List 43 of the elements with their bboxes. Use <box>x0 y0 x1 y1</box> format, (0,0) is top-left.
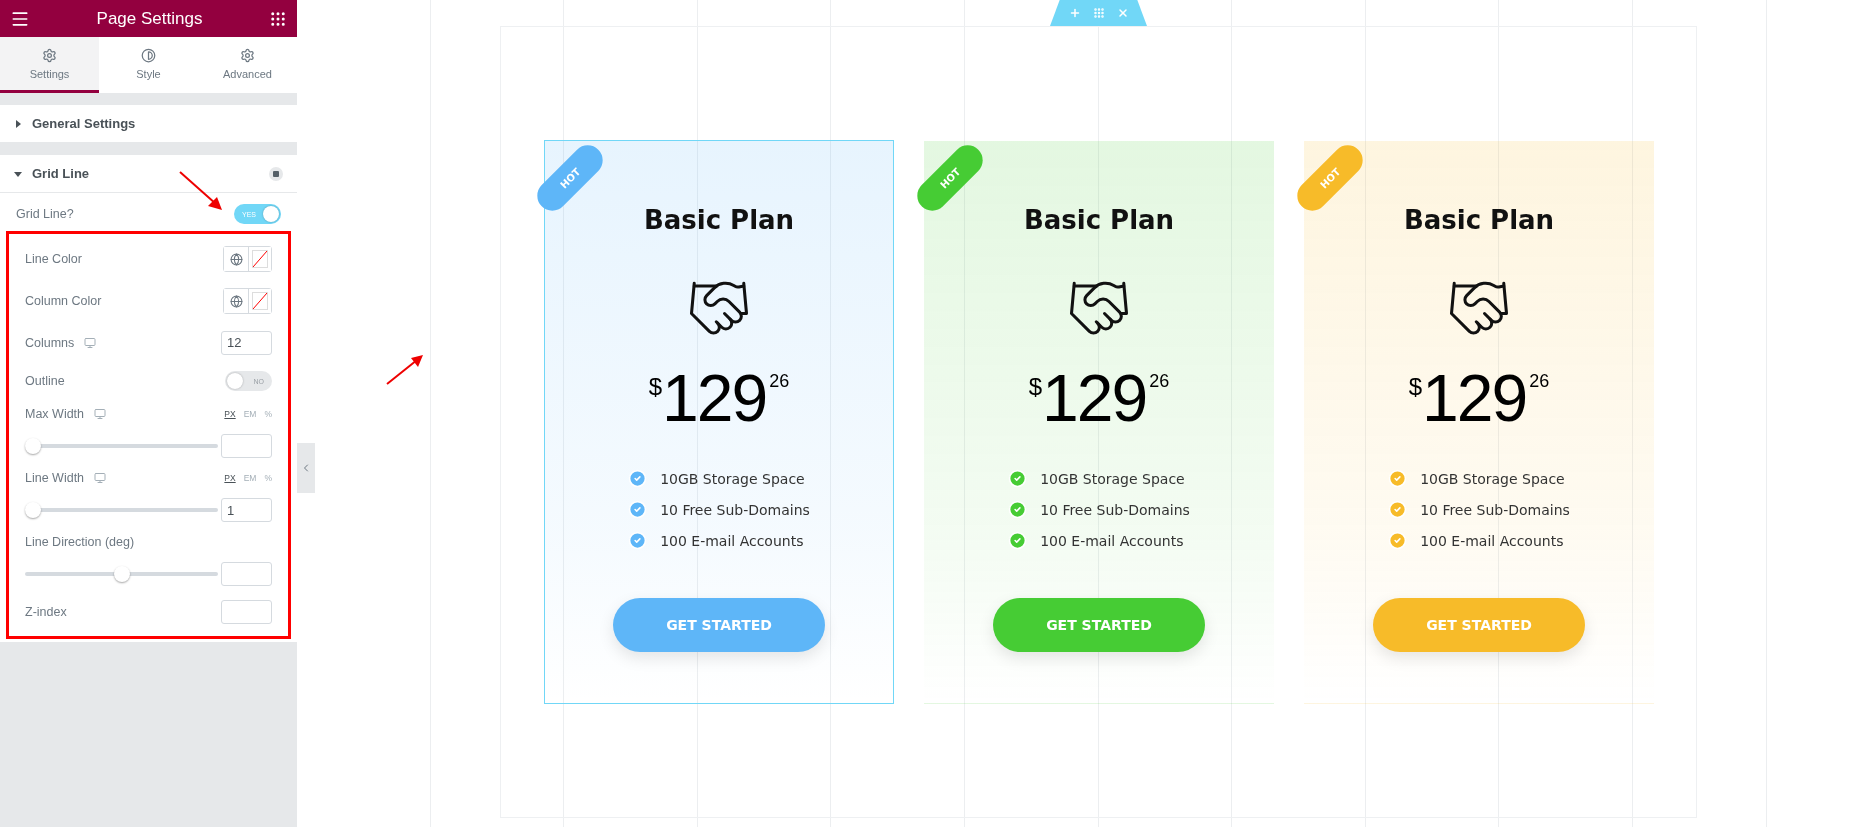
unit-option[interactable]: EM <box>243 473 257 483</box>
plan-title: Basic Plan <box>1403 205 1555 235</box>
control-label: Columns <box>25 335 75 350</box>
control-label: Z-index <box>25 604 67 619</box>
currency-symbol: $ <box>648 373 663 401</box>
price-cents: 26 <box>1529 371 1550 392</box>
feature-text: 10GB Storage Space <box>1040 470 1185 487</box>
price-cents: 26 <box>769 371 790 392</box>
price-amount: 129 <box>1042 365 1147 431</box>
control-label: Outline <box>25 374 65 388</box>
panel-title: Page Settings <box>96 8 203 29</box>
feature-text: 100 E-mail Accounts <box>660 532 804 549</box>
feature-text: 10GB Storage Space <box>660 470 805 487</box>
number-field[interactable]: 1 <box>221 498 272 522</box>
panel-tab[interactable]: Settings <box>0 37 99 93</box>
currency-symbol: $ <box>1408 373 1423 401</box>
control-label: Column Color <box>25 294 102 308</box>
control-label: Line Color <box>25 252 82 266</box>
feature-text: 10 Free Sub-Domains <box>1420 501 1570 518</box>
price-cents: 26 <box>1149 371 1170 392</box>
price-amount: 129 <box>662 365 767 431</box>
unit-option[interactable]: % <box>264 409 272 419</box>
control-label: Max Width <box>25 407 85 421</box>
control-label: Grid Line? <box>16 207 74 221</box>
plan-title: Basic Plan <box>1023 205 1175 235</box>
unit-option[interactable]: % <box>264 473 272 483</box>
section-header[interactable]: General Settings <box>0 105 297 143</box>
get-started-button[interactable]: GET STARTED <box>613 598 825 652</box>
feature-text: 100 E-mail Accounts <box>1040 532 1184 549</box>
feature-text: 10GB Storage Space <box>1420 470 1565 487</box>
feature-text: 10 Free Sub-Domains <box>660 501 810 518</box>
control-label: Line Width <box>25 471 85 485</box>
control-label: Line Direction (deg) <box>25 535 135 549</box>
unit-option[interactable]: PX <box>224 473 236 483</box>
unit-option[interactable]: EM <box>243 409 257 419</box>
number-field[interactable]: 12 <box>221 330 272 355</box>
feature-text: 10 Free Sub-Domains <box>1040 501 1190 518</box>
price-amount: 129 <box>1422 365 1527 431</box>
unit-option[interactable]: PX <box>224 409 236 419</box>
currency-symbol: $ <box>1028 373 1043 401</box>
section-header[interactable]: Grid Line <box>0 155 297 193</box>
plan-title: Basic Plan <box>643 205 795 235</box>
feature-text: 100 E-mail Accounts <box>1420 532 1564 549</box>
